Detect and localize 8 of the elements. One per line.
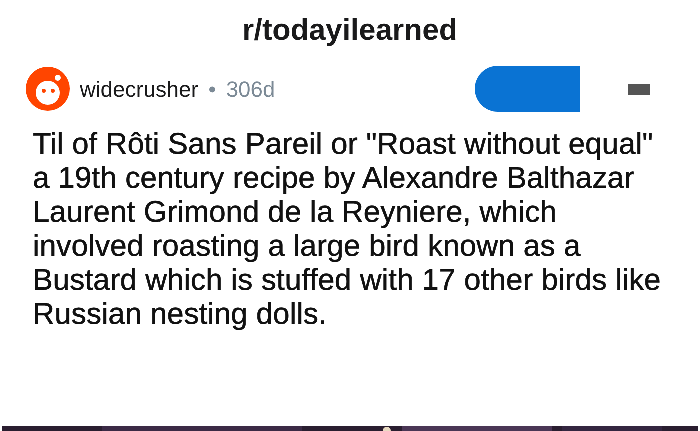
post-title: Til of Rôti Sans Pareil or "Roast without equal" a 19th century recipe by Alexandre Balthazar Laurent Grimond de la Reyniere, which involved roasting a large bird known as a Bustard which is stuffed with 17 other birds like Russian nesting dolls. — [33, 128, 662, 332]
join-button[interactable] — [475, 66, 580, 112]
subreddit-title: r/todayilearned — [242, 16, 458, 46]
avatar-icon[interactable] — [26, 67, 70, 111]
username[interactable]: widecrusher — [80, 72, 199, 106]
more-options-icon[interactable] — [628, 84, 650, 94]
separator-dot: • — [208, 76, 216, 104]
post-age: 306d — [226, 76, 276, 104]
